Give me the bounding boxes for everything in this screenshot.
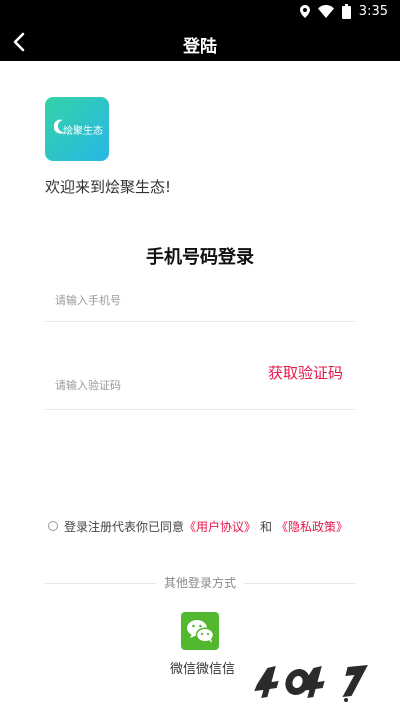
- agreement-and: 和: [260, 519, 273, 534]
- wechat-icon: [187, 620, 215, 643]
- other-login-divider: 其他登录方式: [45, 574, 355, 591]
- watermark-logo: [254, 650, 400, 710]
- get-code-button[interactable]: 获取验证码: [268, 362, 343, 383]
- agreement-row: 登录注册代表你已同意 《用户协议》 和 《隐私政策》: [48, 518, 348, 534]
- welcome-text: 欢迎来到烩聚生态!: [45, 178, 172, 196]
- location-icon: [299, 5, 310, 18]
- login-title: 手机号码登录: [146, 247, 254, 268]
- privacy-policy-link[interactable]: 《隐私政策》: [276, 518, 348, 535]
- verification-code-input[interactable]: [45, 370, 255, 400]
- phone-input[interactable]: [45, 285, 255, 315]
- nav-bar: 登陆: [0, 23, 400, 61]
- battery-icon: [341, 4, 351, 19]
- other-login-label: 其他登录方式: [155, 574, 245, 591]
- user-agreement-link[interactable]: 《用户协议》: [184, 518, 256, 535]
- agreement-radio[interactable]: [48, 521, 58, 531]
- app-logo: 烩聚生态: [45, 97, 109, 161]
- status-icons: 3:35: [299, 3, 388, 20]
- wechat-login-button[interactable]: [181, 612, 219, 650]
- page-title: 登陆: [183, 37, 217, 57]
- watermark-graphic: [254, 665, 368, 702]
- wifi-icon: [317, 5, 334, 18]
- status-time: 3:35: [358, 4, 388, 19]
- agreement-prefix: 登录注册代表你已同意: [64, 519, 185, 534]
- code-field-container: 获取验证码: [45, 362, 355, 410]
- wechat-login-label: 微信微信信: [170, 662, 236, 677]
- status-bar: 3:35: [0, 0, 400, 23]
- logo-text: 烩聚生态: [63, 126, 103, 137]
- phone-field-container: [45, 285, 355, 322]
